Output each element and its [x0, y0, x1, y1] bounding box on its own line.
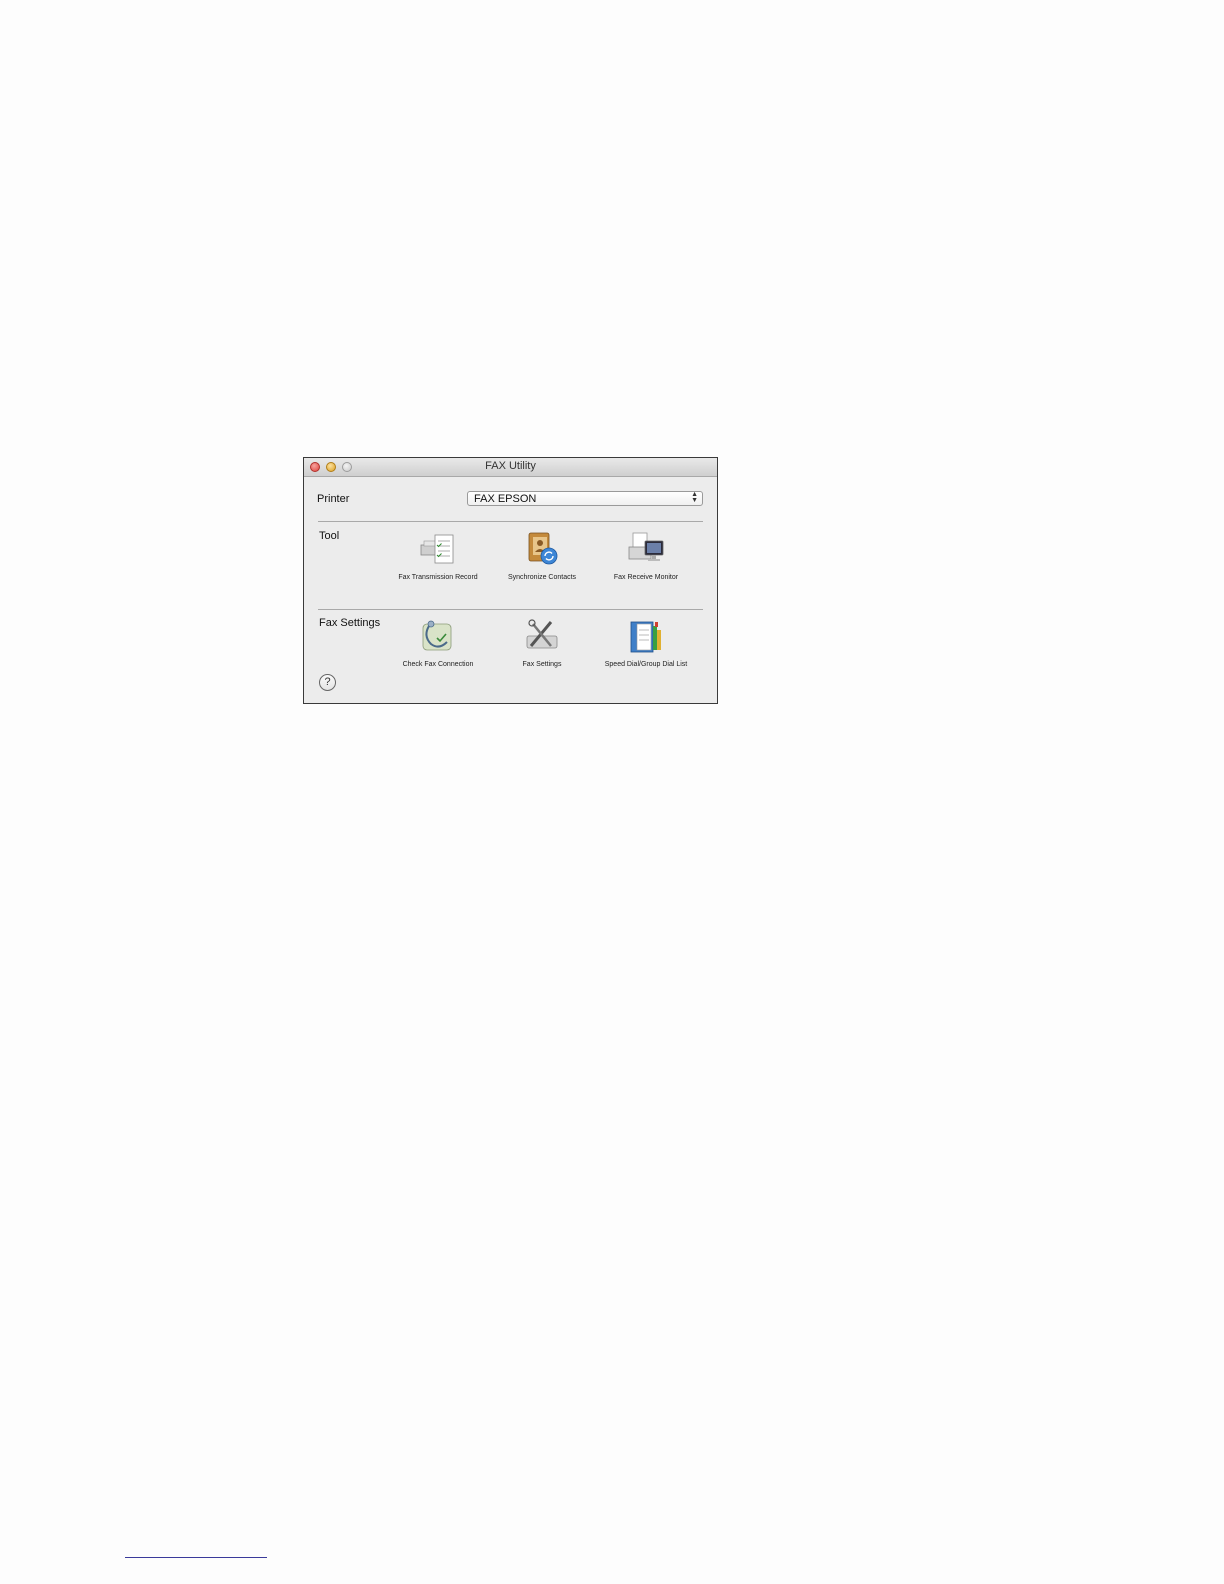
title-bar[interactable]: FAX Utility: [304, 458, 717, 477]
synchronize-contacts-button[interactable]: Synchronize Contacts: [497, 529, 587, 582]
speed-dial-icon: [630, 621, 661, 653]
printer-select[interactable]: FAX EPSON ▲ ▼: [467, 491, 703, 506]
check-connection-icon: [422, 620, 452, 651]
fax-record-icon: [420, 534, 454, 564]
tool-section-label: Tool: [319, 530, 340, 542]
divider: [318, 521, 703, 522]
fax-monitor-icon: [628, 532, 664, 561]
fax-receive-monitor-button[interactable]: Fax Receive Monitor: [601, 529, 691, 582]
speed-dial-group-dial-list-label: Speed Dial/Group Dial List: [604, 661, 688, 668]
window-title: FAX Utility: [485, 460, 536, 472]
printer-select-value: FAX EPSON: [474, 493, 537, 505]
check-fax-connection-label: Check Fax Connection: [402, 661, 474, 668]
fax-settings-icon: [526, 619, 558, 649]
fax-transmission-record-label: Fax Transmission Record: [398, 574, 478, 581]
fax-settings-button[interactable]: Fax Settings: [497, 616, 587, 669]
divider: [318, 609, 703, 610]
fax-utility-window: FAX Utility Printer FAX EPSON ▲ ▼ Tool Fa…: [303, 457, 718, 704]
speed-dial-group-dial-list-button[interactable]: Speed Dial/Group Dial List: [601, 616, 691, 669]
help-button[interactable]: ?: [319, 674, 336, 691]
help-icon: ?: [324, 676, 331, 688]
fax-settings-label: Fax Settings: [522, 661, 562, 668]
fax-transmission-record-button[interactable]: Fax Transmission Record: [393, 529, 483, 582]
sync-contacts-icon: [528, 532, 558, 565]
fax-receive-monitor-label: Fax Receive Monitor: [613, 574, 679, 581]
check-fax-connection-button[interactable]: Check Fax Connection: [393, 616, 483, 669]
updown-arrows-icon: ▲ ▼: [691, 491, 698, 504]
synchronize-contacts-label: Synchronize Contacts: [507, 574, 577, 581]
footer-rule: [125, 1557, 267, 1558]
printer-label: Printer: [317, 493, 350, 505]
fax-settings-section-label: Fax Settings: [319, 617, 381, 629]
